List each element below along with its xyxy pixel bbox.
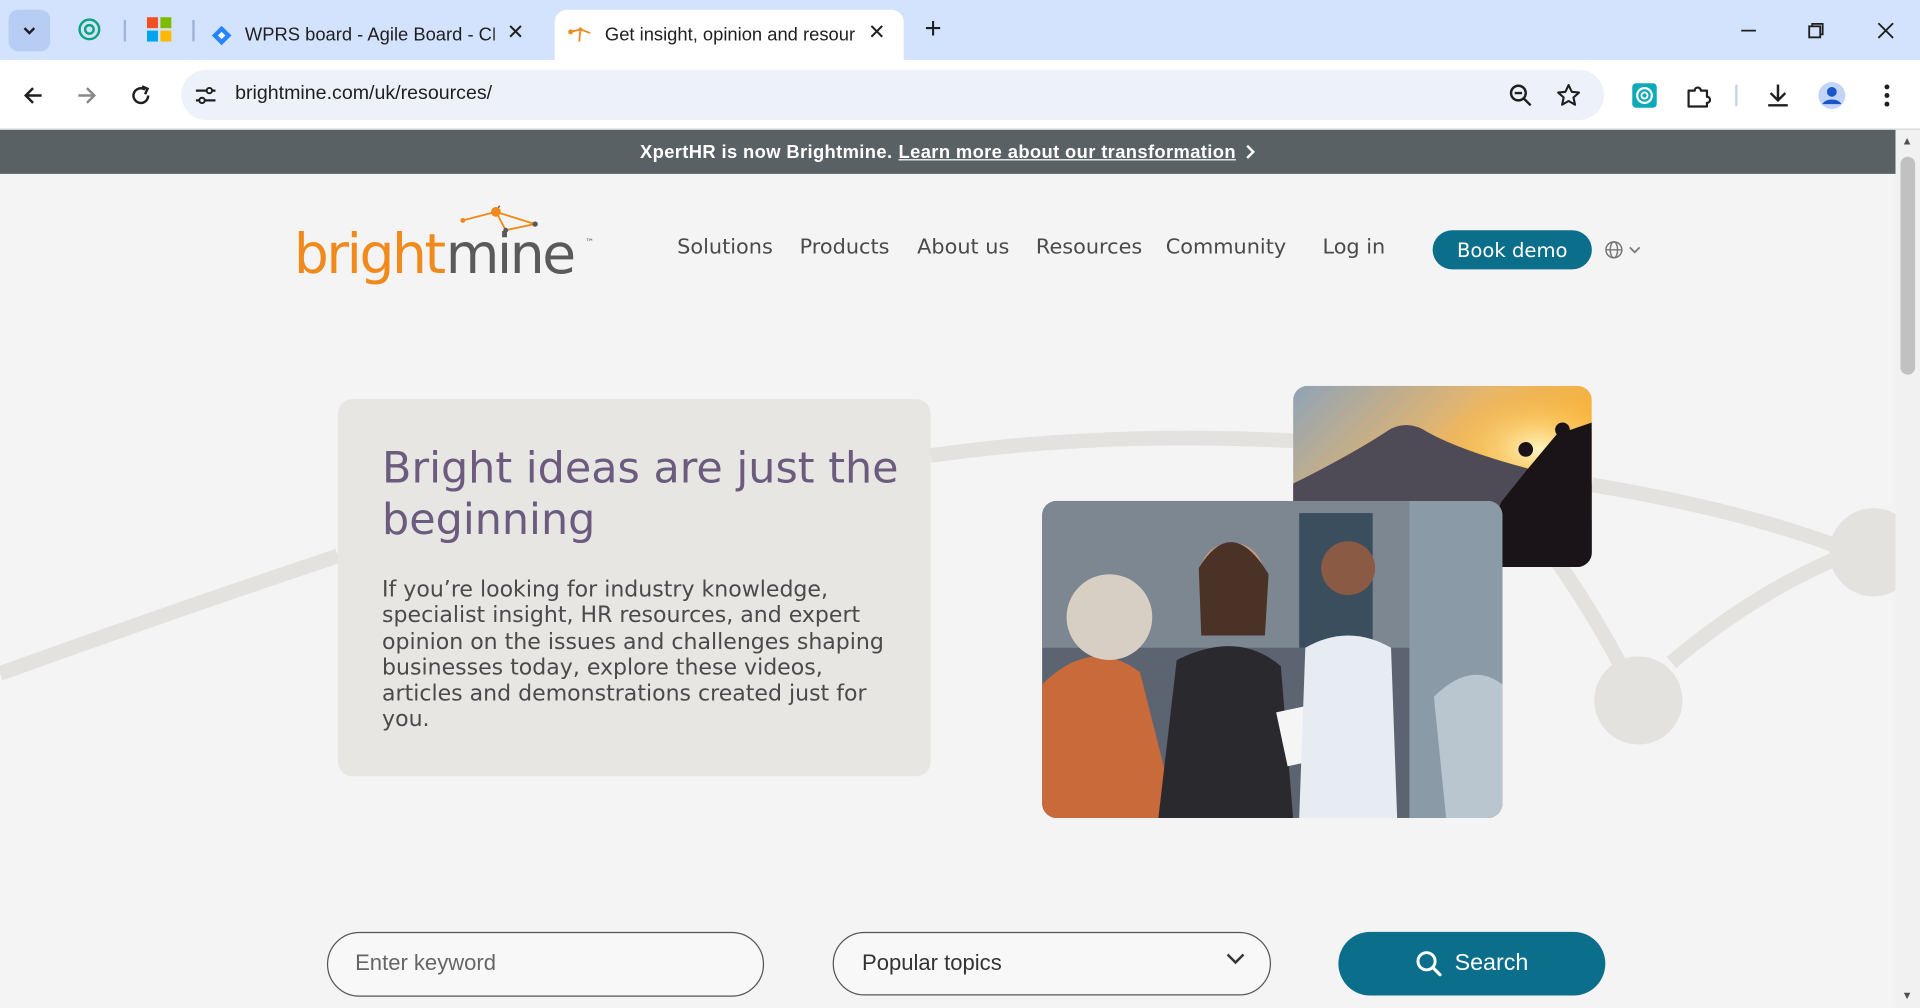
announcement-bar: XpertHR is now Brightmine. Learn more ab… [0,129,1896,174]
jira-icon [211,25,232,45]
browser-toolbar: brightmine.com/uk/resources/ [0,60,1920,130]
chatgpt-icon [78,18,101,41]
scrollbar-thumb[interactable] [1900,156,1916,375]
minimize-button[interactable] [1730,12,1767,49]
tab-title: Get insight, opinion and resour [604,24,856,46]
microsoft-tab[interactable] [142,12,176,46]
hero-card: Bright ideas are just the beginning If y… [337,399,931,777]
close-window-button[interactable] [1867,12,1904,49]
search-button-label: Search [1454,950,1529,976]
profile-button[interactable] [1813,77,1850,114]
globe-icon [1605,241,1623,259]
brightmine-icon [568,26,591,42]
download-icon [1768,84,1788,107]
minimize-icon [1741,29,1756,32]
star-icon [1557,84,1581,106]
brightmine-logo[interactable]: bright mine ™ [294,203,600,289]
nav-solutions[interactable]: Solutions [677,235,773,259]
arrow-left-icon [23,87,42,104]
chatgpt-tab[interactable] [72,12,106,46]
new-tab-button[interactable]: + [918,12,947,45]
transformation-link[interactable]: Learn more about our transformation [899,141,1236,162]
chevron-right-icon [1246,144,1256,159]
tab-separator [123,19,127,42]
hero-description: If you’re looking for industry knowledge… [382,576,884,733]
tab-strip: WPRS board - Agile Board - CE ✕ Get insi… [0,0,1920,61]
login-link[interactable]: Log in [1322,235,1385,259]
page-scrollbar[interactable]: ▲ ▼ [1895,129,1920,1008]
search-icon [1416,951,1442,977]
logo-mine: mine [446,222,574,286]
close-tab-icon[interactable]: ✕ [503,20,527,47]
arrow-right-icon [78,87,97,104]
chevron-down-icon [1629,246,1641,254]
zoom-out-icon [1509,84,1532,107]
web-page: XpertHR is now Brightmine. Learn more ab… [0,129,1896,1008]
chevron-down-icon [1226,953,1245,965]
popular-topics-dropdown[interactable]: Popular topics [832,931,1272,996]
restore-button[interactable] [1798,12,1835,49]
close-icon [1877,22,1894,39]
more-vert-icon [1884,84,1890,107]
office-photo [1042,500,1503,818]
address-bar[interactable]: brightmine.com/uk/resources/ [181,69,1605,121]
zoom-button[interactable] [1506,81,1535,110]
restore-icon [1808,22,1824,39]
tab-title: WPRS board - Agile Board - CE [244,24,495,46]
tab-search-button[interactable] [8,9,51,52]
menu-button[interactable] [1869,77,1906,114]
reload-icon [132,85,150,105]
book-demo-button[interactable]: Book demo [1432,230,1592,270]
popular-topics-label: Popular topics [862,950,1002,975]
site-info-button[interactable] [191,81,220,110]
tab-jira[interactable]: WPRS board - Agile Board - CE ✕ [202,10,542,60]
language-selector[interactable] [1604,238,1648,262]
chatgpt-extension-icon [1632,83,1657,108]
chatgpt-extension-button[interactable] [1626,77,1663,114]
forward-button[interactable] [69,77,106,114]
keyword-input[interactable] [355,950,735,976]
nav-about-us[interactable]: About us [917,235,1009,259]
reload-button[interactable] [122,77,159,114]
announcement-text: XpertHR is now Brightmine. [639,141,893,163]
close-tab-icon[interactable]: ✕ [864,20,888,47]
microsoft-icon [146,17,172,42]
bookmark-button[interactable] [1554,81,1583,110]
hero-title: Bright ideas are just the beginning [382,444,899,545]
avatar-icon [1818,82,1846,109]
scroll-up-arrow-icon[interactable]: ▲ [1902,135,1913,147]
logo-trademark: ™ [585,238,594,248]
scroll-down-arrow-icon[interactable]: ▼ [1902,989,1913,1001]
search-button[interactable]: Search [1338,931,1606,996]
chevron-down-icon [23,27,36,35]
nav-resources[interactable]: Resources [1036,235,1142,259]
back-button[interactable] [15,77,52,114]
nav-products[interactable]: Products [800,235,890,259]
puzzle-icon [1687,86,1712,108]
tune-icon [195,86,216,105]
extensions-button[interactable] [1680,77,1717,114]
downloads-button[interactable] [1760,77,1797,114]
tab-separator [192,19,195,42]
keyword-search-field[interactable] [326,931,765,997]
nav-community[interactable]: Community [1166,235,1286,259]
toolbar-separator [1735,84,1738,107]
tab-brightmine[interactable]: Get insight, opinion and resour ✕ [554,9,904,61]
office-meeting-image [1042,500,1503,818]
logo-network-icon: bright mine ™ [294,205,594,286]
url-text: brightmine.com/uk/resources/ [235,83,493,105]
logo-bright: bright [294,222,446,286]
